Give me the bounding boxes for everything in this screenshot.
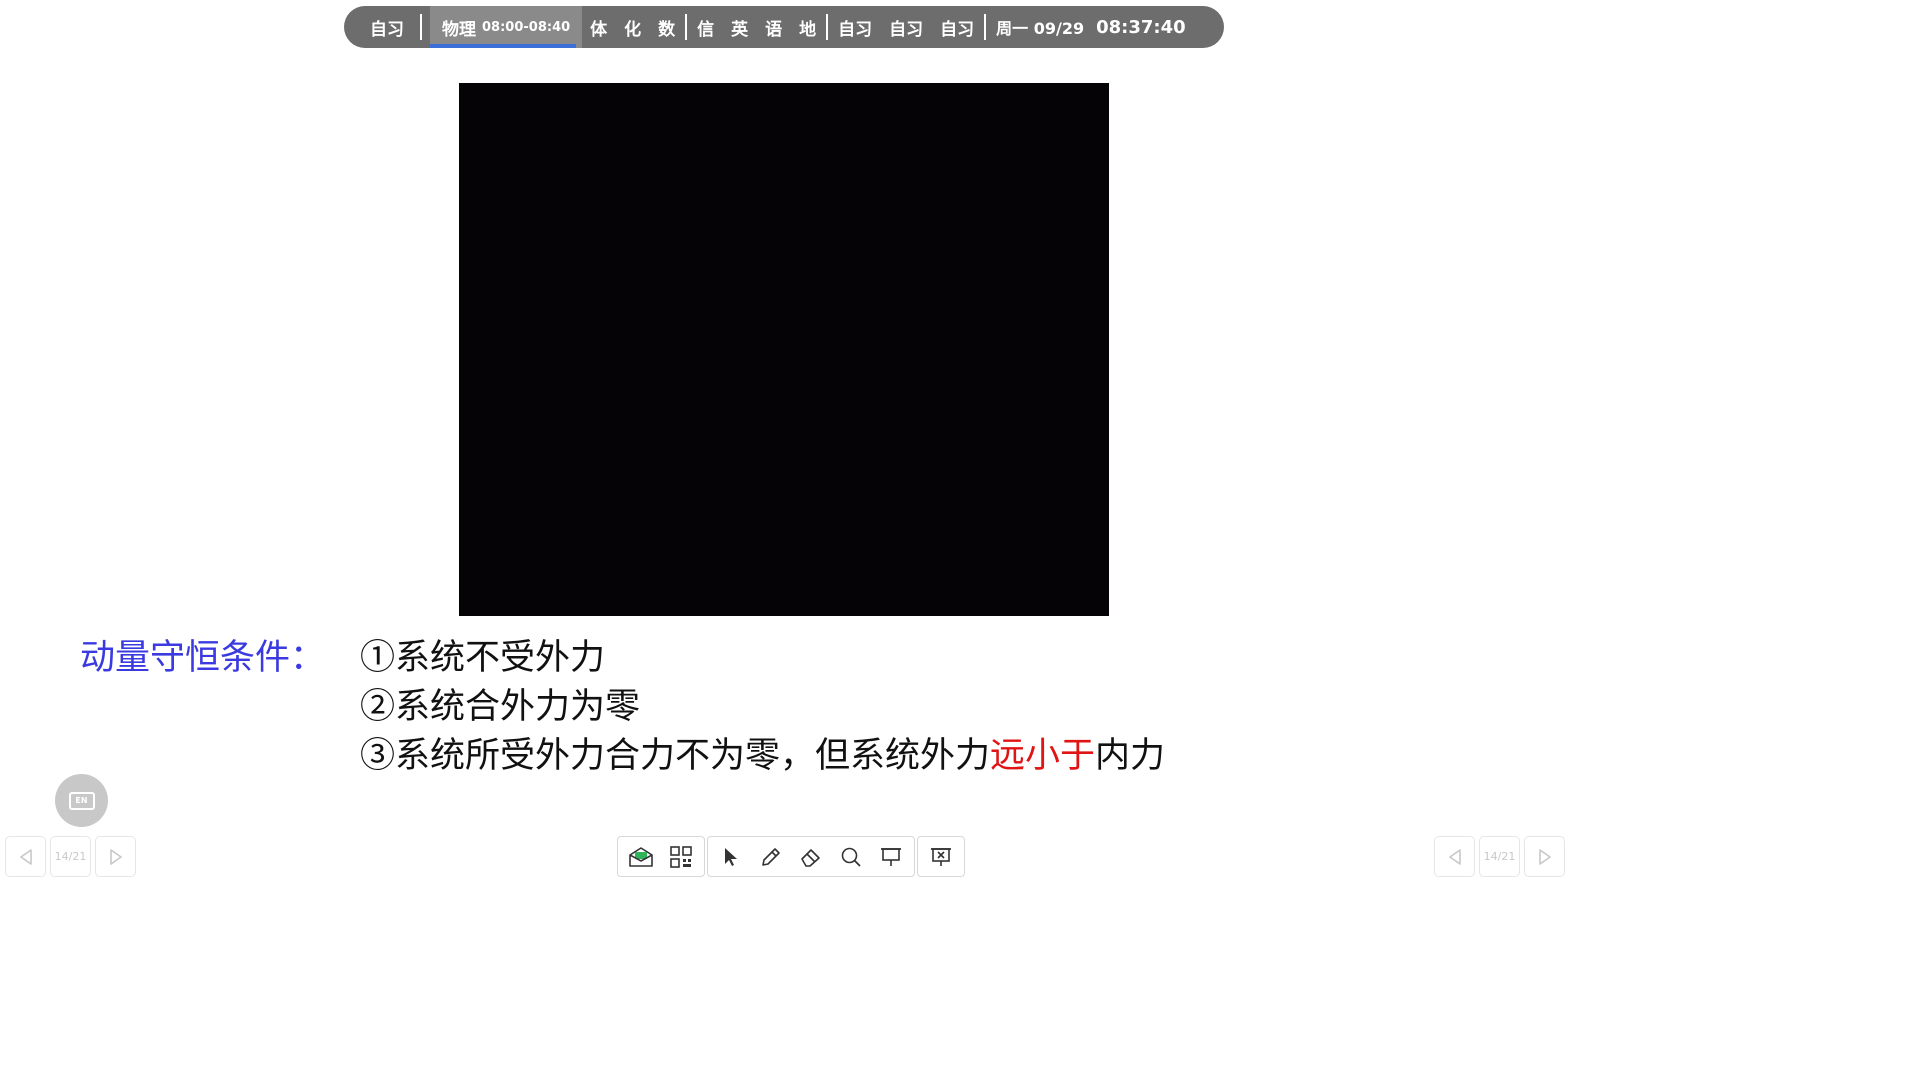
qr-code-button[interactable] xyxy=(661,837,701,876)
prev-page-button[interactable] xyxy=(5,836,46,877)
schedule-divider xyxy=(826,14,829,40)
pointer-icon xyxy=(725,847,737,866)
pen-tool-button[interactable] xyxy=(751,837,791,876)
schedule-period: 自习 xyxy=(838,19,873,40)
schedule-period: 语 xyxy=(765,19,783,40)
next-page-button[interactable] xyxy=(95,836,136,877)
schedule-group-2: 信 英 语 地 xyxy=(697,15,816,40)
condition-3-prefix: ③系统所受外力合力不为零，但系统外力 xyxy=(360,736,991,776)
conditions-label: 动量守恒条件： xyxy=(80,638,326,678)
page-indicator[interactable]: 14/21 xyxy=(1479,836,1520,877)
condition-3-highlight: 远小于 xyxy=(990,736,1096,776)
current-subject: 物理 xyxy=(442,19,476,40)
triangle-right-icon xyxy=(1538,848,1551,865)
schedule-period: 自习 xyxy=(940,19,975,40)
presentation-toolbar xyxy=(617,836,965,877)
schedule-date: 周一 09/29 xyxy=(996,19,1085,38)
condition-3: ③系统所受外力合力不为零，但系统外力远小于内力 xyxy=(360,732,1165,781)
condition-1: ①系统不受外力 xyxy=(360,638,606,678)
pager-left: 14/21 xyxy=(5,836,136,877)
schedule-current-period: 物理 08:00-08:40 xyxy=(430,6,583,48)
qr-code-icon xyxy=(670,845,692,868)
class-schedule-bar: 自习 物理 08:00-08:40 体 化 数 信 英 语 地 自习 自习 自习… xyxy=(344,6,1224,48)
condition-2: ②系统合外力为零 xyxy=(360,687,641,727)
schedule-divider xyxy=(984,14,987,40)
close-slideshow-icon xyxy=(931,847,951,866)
message-button[interactable] xyxy=(621,837,661,876)
video-player[interactable] xyxy=(459,83,1109,616)
prev-page-button[interactable] xyxy=(1434,836,1475,877)
presentation-icon xyxy=(881,847,901,866)
end-slideshow-button[interactable] xyxy=(921,837,961,876)
triangle-left-icon xyxy=(1448,848,1461,865)
presentation-tool-button[interactable] xyxy=(871,837,911,876)
toolbar-group-tools xyxy=(707,836,915,877)
schedule-period: 化 xyxy=(624,19,642,40)
eraser-icon xyxy=(801,848,820,867)
toolbar-group-apps xyxy=(617,836,705,877)
period-progress-bar xyxy=(430,44,577,48)
pen-icon xyxy=(762,847,780,866)
schedule-period: 数 xyxy=(658,19,676,40)
keyboard-en-icon: EN xyxy=(68,791,95,810)
message-icon xyxy=(629,846,653,867)
condition-3-suffix: 内力 xyxy=(1095,736,1166,776)
page-indicator[interactable]: 14/21 xyxy=(50,836,91,877)
search-icon xyxy=(841,847,861,867)
slideshow-page: 自习 物理 08:00-08:40 体 化 数 信 英 语 地 自习 自习 自习… xyxy=(0,0,1568,882)
toolbar-group-exit xyxy=(917,836,965,877)
current-period-time: 08:00-08:40 xyxy=(482,19,571,35)
schedule-group-3: 自习 自习 自习 xyxy=(838,15,974,40)
search-tool-button[interactable] xyxy=(831,837,871,876)
schedule-divider xyxy=(420,14,422,40)
schedule-period: 自习 xyxy=(889,19,924,40)
schedule-period: 信 xyxy=(697,19,715,40)
schedule-period-before: 自习 xyxy=(370,19,404,40)
schedule-period: 体 xyxy=(590,19,608,40)
language-toggle-button[interactable]: EN xyxy=(55,774,108,827)
schedule-divider xyxy=(685,14,688,40)
next-page-button[interactable] xyxy=(1524,836,1565,877)
triangle-left-icon xyxy=(19,848,32,865)
pager-right: 14/21 xyxy=(1434,836,1565,877)
schedule-period: 英 xyxy=(731,19,749,40)
triangle-right-icon xyxy=(109,848,122,865)
eraser-tool-button[interactable] xyxy=(791,837,831,876)
schedule-period: 地 xyxy=(799,19,817,40)
pointer-tool-button[interactable] xyxy=(711,837,751,876)
schedule-group-1: 体 化 数 xyxy=(590,15,675,40)
schedule-clock: 08:37:40 xyxy=(1096,16,1186,38)
